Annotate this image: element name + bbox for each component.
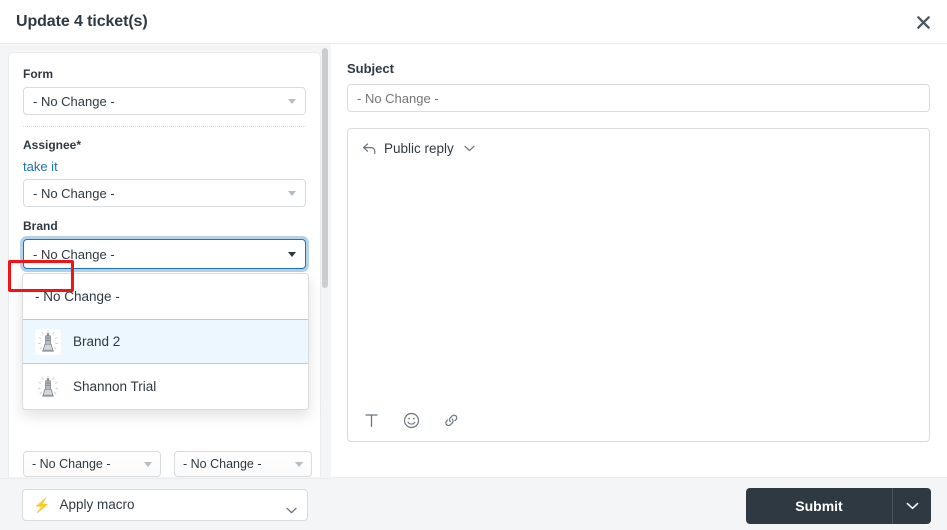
left-properties-panel: Form - No Change - Assignee* take it - N… — [0, 44, 330, 530]
reply-editor: Public reply — [347, 128, 930, 442]
chevron-down-icon — [288, 99, 296, 104]
reply-body-input[interactable] — [348, 167, 929, 399]
lighthouse-icon — [35, 328, 61, 355]
brand-option-label: Shannon Trial — [73, 379, 157, 394]
submit-button-group: Submit — [746, 488, 931, 524]
assignee-field-label: Assignee* — [23, 138, 82, 152]
type-select-value: - No Change - — [183, 457, 262, 471]
modal-footer: Submit — [331, 477, 947, 530]
bulk-update-modal: Update 4 ticket(s) Form - No Change - As… — [0, 0, 947, 530]
chevron-down-icon — [464, 145, 475, 152]
apply-macro-button[interactable]: ⚡ Apply macro — [22, 488, 308, 521]
chevron-down-icon — [286, 502, 297, 517]
channel-label: Public reply — [384, 140, 454, 156]
editor-toolbar — [348, 399, 929, 441]
form-select-value: - No Change - — [33, 93, 115, 109]
scrollbar-thumb[interactable] — [322, 48, 328, 288]
subject-label: Subject — [347, 61, 394, 76]
priority-select-value: - No Change - — [32, 457, 111, 471]
macro-footer: ⚡ Apply macro — [0, 478, 330, 530]
chevron-down-icon — [144, 462, 152, 467]
type-select[interactable]: - No Change - — [174, 451, 312, 477]
modal-header: Update 4 ticket(s) — [0, 0, 947, 44]
submit-button[interactable]: Submit — [746, 488, 893, 524]
secondary-selects-row: - No Change - - No Change - — [23, 451, 313, 477]
ticket-properties-card: Form - No Change - Assignee* take it - N… — [8, 52, 321, 477]
brand-option-label: - No Change - — [35, 289, 120, 304]
reply-arrow-icon — [362, 142, 377, 155]
apply-macro-label: Apply macro — [59, 497, 135, 512]
brand-dropdown-menu: - No Change - Brand 2 Shannon Trial — [22, 273, 309, 410]
close-icon[interactable] — [907, 6, 939, 38]
form-select[interactable]: - No Change - — [23, 87, 306, 115]
brand-select-value: - No Change - — [33, 246, 115, 262]
assignee-select-value: - No Change - — [33, 185, 115, 201]
brand-select[interactable]: - No Change - — [23, 239, 306, 269]
chevron-down-icon — [288, 191, 296, 196]
left-panel-scrollbar[interactable] — [322, 48, 328, 473]
brand-option-label: Brand 2 — [73, 334, 121, 349]
link-icon[interactable] — [442, 411, 460, 429]
channel-selector[interactable]: Public reply — [348, 129, 489, 167]
subject-input[interactable] — [347, 84, 930, 112]
right-content-panel: Subject Public reply — [331, 44, 947, 477]
assignee-select[interactable]: - No Change - — [23, 179, 306, 207]
submit-options-button[interactable] — [893, 488, 931, 524]
bolt-icon: ⚡ — [33, 496, 51, 513]
lighthouse-icon — [35, 373, 61, 400]
chevron-down-icon — [295, 462, 303, 467]
left-panel-scroll-region[interactable]: Form - No Change - Assignee* take it - N… — [0, 44, 330, 477]
brand-option-brand-2[interactable]: Brand 2 — [23, 319, 308, 364]
chevron-down-icon — [288, 252, 296, 257]
take-it-link[interactable]: take it — [23, 159, 58, 174]
text-format-icon[interactable] — [362, 411, 380, 429]
field-divider — [23, 126, 306, 127]
modal-body: Form - No Change - Assignee* take it - N… — [0, 44, 947, 530]
brand-option-no-change[interactable]: - No Change - — [23, 274, 308, 319]
brand-field-label: Brand — [23, 219, 58, 233]
brand-option-shannon-trial[interactable]: Shannon Trial — [23, 364, 308, 409]
form-field-label: Form — [23, 67, 53, 81]
priority-select[interactable]: - No Change - — [23, 451, 161, 477]
page-title: Update 4 ticket(s) — [16, 12, 148, 30]
emoji-icon[interactable] — [402, 411, 420, 429]
